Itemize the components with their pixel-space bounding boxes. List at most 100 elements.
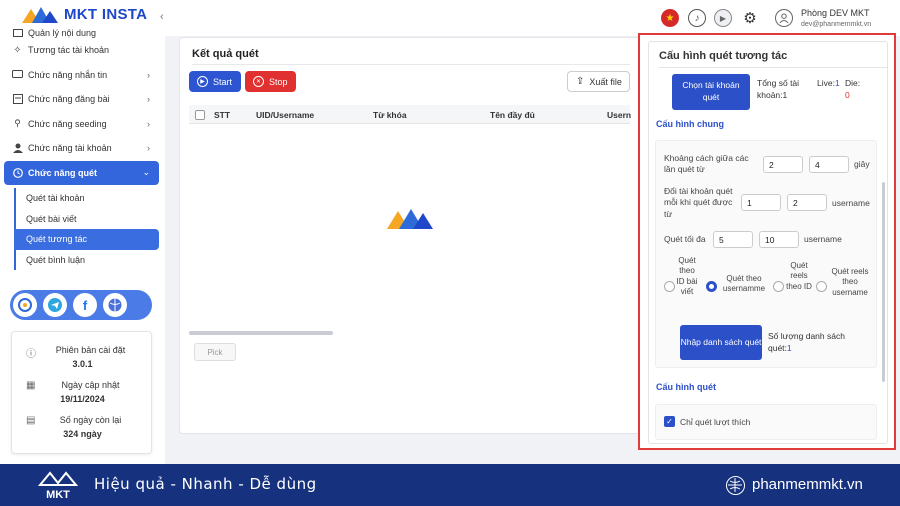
avatar[interactable] — [775, 9, 793, 27]
sidebar-item-interaction[interactable]: ✧ Tương tác tài khoản — [0, 38, 165, 63]
sidebar-item-label: Chức năng tài khoản — [28, 143, 112, 154]
globe-icon — [726, 476, 745, 495]
sidebar-item-account[interactable]: Chức năng tài khoản › — [0, 136, 165, 161]
post-icon — [12, 94, 23, 105]
switch-from-input[interactable]: 1 — [741, 194, 781, 211]
interval-unit: giây — [854, 159, 870, 169]
interval-label: Khoảng cách giữa các lần quét từ — [664, 153, 749, 175]
list-count-label: Số lượng danh sách quét: — [768, 331, 845, 353]
column-header[interactable]: Từ khóa — [373, 110, 407, 120]
live-count: Live:1 — [817, 78, 840, 90]
only-like-label: Chỉ quét lượt thích — [680, 417, 751, 427]
submenu-item-scan-interaction[interactable]: Quét tương tác — [14, 229, 159, 250]
max-from-input[interactable]: 5 — [713, 231, 753, 248]
mkt-logo-icon: MKT — [37, 471, 79, 501]
telegram-icon[interactable] — [43, 293, 67, 317]
column-header[interactable]: UID/Username — [256, 110, 314, 120]
scan-section-title: Cấu hình quét — [656, 382, 716, 392]
social-links: f — [10, 290, 152, 320]
message-icon — [12, 69, 23, 80]
clock-icon — [12, 167, 23, 178]
update-value: 19/11/2024 — [60, 394, 105, 404]
sparkle-icon: ✧ — [13, 44, 22, 56]
play-icon: ▶ — [197, 76, 208, 87]
chevron-down-icon: ⌄ — [142, 167, 150, 178]
scan-config-inner: Cấu hình quét tương tác Chọn tài khoản q… — [648, 41, 888, 444]
loading-logo-icon — [387, 207, 435, 234]
radio-scan-post-id[interactable] — [664, 281, 675, 292]
support-icon[interactable] — [13, 293, 37, 317]
radio-label: Quét theo usernamme — [722, 274, 766, 294]
stop-button[interactable]: ✕ Stop — [245, 71, 296, 92]
gear-icon[interactable]: ⚙ — [741, 9, 759, 27]
radio-scan-reels-username[interactable] — [816, 281, 827, 292]
die-label: Die: — [845, 78, 861, 88]
sidebar-item-posting[interactable]: Chức năng đăng bài › — [0, 87, 165, 112]
export-icon: ⇪ — [576, 76, 585, 87]
submenu-item-scan-posts[interactable]: Quét bài viết — [16, 209, 165, 230]
interval-from-input[interactable]: 2 — [763, 156, 803, 173]
sidebar-item-label: Chức năng đăng bài — [28, 94, 110, 105]
live-label: Live: — [817, 78, 835, 88]
list-count-value: 1 — [786, 342, 792, 353]
submenu-item-scan-comments[interactable]: Quét bình luận — [16, 250, 165, 271]
seeding-icon: ⚲ — [14, 118, 21, 129]
import-list-button[interactable]: Nhập danh sách quét — [680, 325, 762, 360]
sidebar: MKT INSTA Quản lý nội dung ✧ Tương tác t… — [0, 0, 165, 464]
general-section-title: Cấu hình chung — [656, 119, 724, 129]
divider — [192, 64, 630, 65]
vertical-scrollbar[interactable] — [882, 182, 885, 382]
start-label: Start — [213, 76, 233, 87]
play-icon[interactable]: ▶ — [714, 9, 732, 27]
sidebar-item-content[interactable]: Quản lý nội dung — [0, 24, 165, 38]
total-accounts-value: 1 — [782, 89, 788, 100]
results-table-header: STT UID/Username Từ khóa Tên đầy đủ User… — [189, 105, 631, 124]
bell-icon[interactable]: ♪ — [688, 9, 706, 27]
globe-icon[interactable] — [103, 293, 127, 317]
user-name: Phòng DEV MKT — [801, 8, 870, 18]
footer-banner: MKT Hiệu quả - Nhanh - Dễ dùng phanmemmk… — [0, 464, 900, 506]
collapse-sidebar-icon[interactable]: ‹ — [160, 11, 164, 23]
info-icon: ⓘ — [26, 349, 36, 360]
export-button[interactable]: ⇪ Xuất file — [567, 71, 630, 92]
sidebar-item-messaging[interactable]: Chức năng nhắn tin › — [0, 63, 165, 88]
interval-to-input[interactable]: 4 — [809, 156, 849, 173]
column-header[interactable]: STT — [214, 110, 230, 120]
version-info-card: ⓘ Phiên bản cài đặt 3.0.1 ▦ Ngày cập nhậ… — [11, 331, 152, 454]
horizontal-scrollbar[interactable] — [189, 331, 333, 335]
column-header[interactable]: Usern — [607, 110, 631, 120]
submenu-item-scan-account[interactable]: Quét tài khoản — [16, 188, 165, 209]
select-account-button[interactable]: Chọn tài khoản quét — [672, 74, 750, 110]
results-title: Kết quả quét — [192, 48, 259, 60]
live-value: 1 — [834, 78, 840, 88]
divider — [659, 67, 887, 68]
sidebar-item-seeding[interactable]: ⚲ Chức năng seeding › — [0, 112, 165, 137]
sidebar-item-label: Chức năng quét — [28, 167, 98, 178]
user-email: dev@phanmemmkt.vn — [801, 21, 872, 28]
radio-scan-reels-id[interactable] — [773, 281, 784, 292]
start-button[interactable]: ▶ Start — [189, 71, 241, 92]
facebook-icon[interactable]: f — [73, 293, 97, 317]
radio-scan-username[interactable] — [706, 281, 717, 292]
pick-button[interactable]: Pick — [194, 343, 236, 361]
footer-slogan: Hiệu quả - Nhanh - Dễ dùng — [94, 475, 317, 493]
list-count: Số lượng danh sách quét:1 — [768, 331, 858, 355]
sidebar-item-scan[interactable]: Chức năng quét ⌄ — [4, 160, 159, 185]
footer-website[interactable]: phanmemmkt.vn — [752, 476, 863, 493]
sidebar-item-label: Chức năng nhắn tin — [28, 69, 108, 80]
max-to-input[interactable]: 10 — [759, 231, 799, 248]
switch-to-input[interactable]: 2 — [787, 194, 827, 211]
stop-label: Stop — [269, 76, 288, 87]
calendar-icon: ▦ — [26, 380, 36, 391]
sidebar-item-label: Quản lý nội dung — [28, 28, 97, 38]
column-header[interactable]: Tên đầy đủ — [490, 110, 535, 120]
switch-account-label: Đổi tài khoản quét mỗi khi quét được từ — [664, 186, 733, 219]
user-avatar-icon — [779, 13, 789, 23]
vietnam-flag-icon[interactable]: ★ — [661, 9, 679, 27]
update-row: ▦ Ngày cập nhật 19/11/2024 — [12, 380, 153, 404]
version-value: 3.0.1 — [72, 359, 93, 369]
footer-logo: MKT — [37, 469, 79, 506]
scan-config-panel: Cấu hình quét tương tác Chọn tài khoản q… — [638, 33, 896, 450]
select-all-checkbox[interactable] — [195, 110, 205, 120]
only-like-checkbox[interactable]: ✓ — [664, 416, 675, 427]
